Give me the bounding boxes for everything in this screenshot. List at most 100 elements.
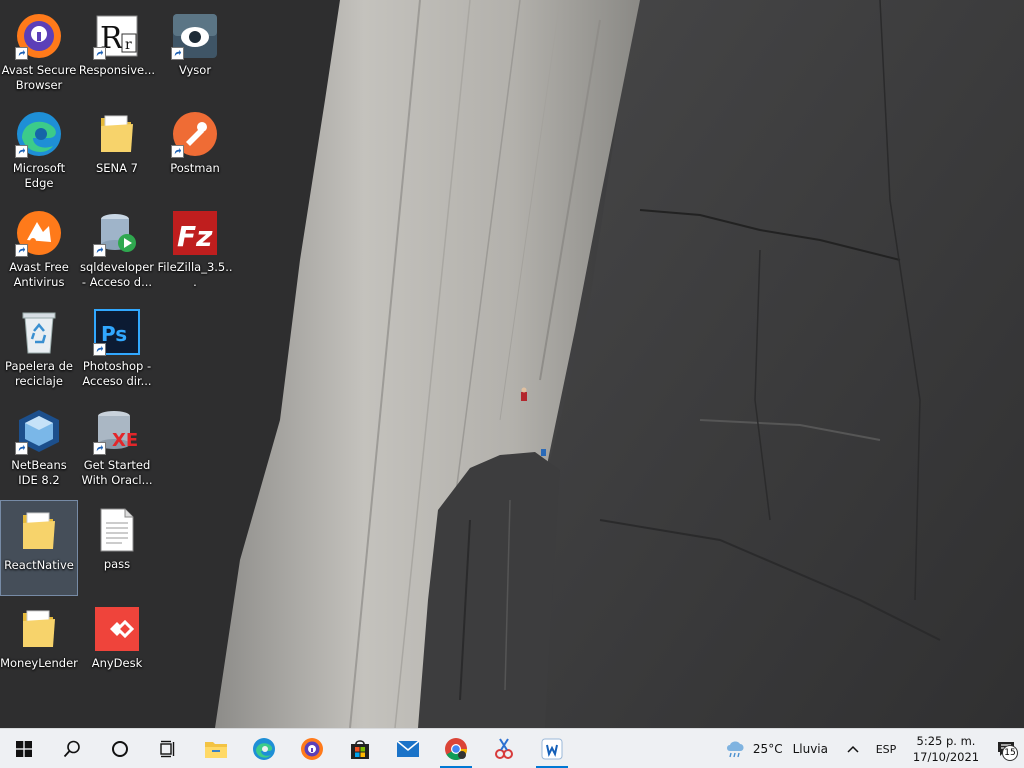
desktop-icon-label: Avast Secure Browser bbox=[1, 63, 77, 92]
search-icon bbox=[63, 740, 80, 757]
weather-condition: Lluvia bbox=[792, 742, 828, 756]
desktop-icon-label: ReactNative bbox=[4, 558, 74, 572]
start-button[interactable] bbox=[0, 729, 48, 768]
mail-button[interactable] bbox=[384, 729, 432, 768]
snip-sketch-icon bbox=[495, 737, 513, 759]
desktop-icon-recycle-bin[interactable]: Papelera de reciclaje bbox=[0, 302, 78, 398]
cortana-circle-icon bbox=[112, 740, 128, 757]
notification-count: 15 bbox=[1002, 745, 1018, 761]
file-explorer-button[interactable] bbox=[192, 729, 240, 768]
desktop-icon-oracle-xe[interactable]: XE Get Started With Oracl... bbox=[78, 401, 156, 497]
desktop-icon-avast-antivirus[interactable]: Avast Free Antivirus bbox=[0, 203, 78, 299]
edge-button[interactable] bbox=[240, 729, 288, 768]
desktop-icon-responsive[interactable]: Rr Responsive... bbox=[78, 6, 156, 102]
desktop-icon-photoshop[interactable]: Ps Photoshop - Acceso dir... bbox=[78, 302, 156, 398]
shortcut-arrow-icon bbox=[93, 343, 106, 356]
folder-icon bbox=[15, 605, 63, 653]
desktop-icon-filezilla[interactable]: Fz FileZilla_3.5... bbox=[156, 203, 234, 299]
desktop-icon-anydesk[interactable]: AnyDesk bbox=[78, 599, 156, 695]
folder-icon bbox=[15, 507, 63, 555]
clock-time: 5:25 p. m. bbox=[916, 734, 976, 748]
input-language[interactable]: ESP bbox=[868, 743, 904, 756]
desktop-icon-sqldeveloper[interactable]: sqldeveloper - Acceso d... bbox=[78, 203, 156, 299]
store-icon bbox=[351, 739, 369, 759]
desktop-icon-label: Get Started With Oracl... bbox=[81, 458, 153, 487]
avast-browser-icon bbox=[15, 12, 63, 60]
avast-browser-button[interactable] bbox=[288, 729, 336, 768]
action-center-button[interactable]: 15 bbox=[988, 729, 1024, 768]
recycle-bin-icon bbox=[15, 308, 63, 356]
system-tray: 25°C Lluvia ESP 5:25 p. m. 17/10/2021 15 bbox=[715, 729, 1024, 768]
folder-icon bbox=[93, 110, 141, 158]
store-button[interactable] bbox=[336, 729, 384, 768]
weather-widget[interactable]: 25°C Lluvia bbox=[715, 729, 838, 768]
desktop-icon-netbeans[interactable]: NetBeans IDE 8.2 bbox=[0, 401, 78, 497]
desktop-icon-avast-browser[interactable]: Avast Secure Browser bbox=[0, 6, 78, 102]
shortcut-arrow-icon bbox=[171, 47, 184, 60]
shortcut-arrow-icon bbox=[93, 47, 106, 60]
desktop-icon-label: sqldeveloper - Acceso d... bbox=[79, 260, 155, 289]
desktop-icon-label: Papelera de reciclaje bbox=[5, 359, 73, 388]
shortcut-arrow-icon bbox=[93, 442, 106, 455]
desktop-icon-vysor[interactable]: Vysor bbox=[156, 6, 234, 102]
postman-icon bbox=[171, 110, 219, 158]
cortana-button[interactable] bbox=[96, 729, 144, 768]
chrome-button[interactable] bbox=[432, 729, 480, 768]
desktop-icon-label: pass bbox=[103, 557, 131, 571]
chrome-icon bbox=[445, 737, 467, 760]
blue-app-icon bbox=[541, 738, 563, 759]
desktop-icon-label: AnyDesk bbox=[91, 656, 143, 670]
taskbar: 25°C Lluvia ESP 5:25 p. m. 17/10/2021 15 bbox=[0, 728, 1024, 768]
edge-icon bbox=[253, 737, 275, 760]
mail-icon bbox=[396, 739, 420, 757]
desktop-icon-label: Vysor bbox=[178, 63, 212, 77]
desktop-icon-label: NetBeans IDE 8.2 bbox=[11, 458, 67, 487]
shortcut-arrow-icon bbox=[15, 47, 28, 60]
desktop-icon-label: Responsive... bbox=[78, 63, 156, 77]
avast-antivirus-icon bbox=[15, 209, 63, 257]
vysor-icon bbox=[171, 12, 219, 60]
snip-button[interactable] bbox=[480, 729, 528, 768]
rain-cloud-icon bbox=[726, 741, 744, 758]
shortcut-arrow-icon bbox=[171, 145, 184, 158]
svg-text:r: r bbox=[125, 37, 132, 53]
desktop-icon-label: SENA 7 bbox=[95, 161, 138, 175]
avast-browser-icon bbox=[301, 737, 323, 760]
edge-icon bbox=[15, 110, 63, 158]
shortcut-arrow-icon bbox=[15, 442, 28, 455]
svg-text:Fz: Fz bbox=[177, 220, 213, 253]
anydesk-icon bbox=[93, 605, 141, 653]
file-explorer-icon bbox=[205, 741, 227, 758]
clock-date: 17/10/2021 bbox=[912, 750, 980, 764]
desktop-icon-folder[interactable]: MoneyLender bbox=[0, 599, 78, 695]
filezilla-icon: Fz bbox=[171, 209, 219, 257]
svg-text:XE: XE bbox=[112, 430, 138, 451]
netbeans-icon bbox=[15, 407, 63, 455]
desktop-icon-label: MoneyLender bbox=[0, 656, 78, 670]
clock[interactable]: 5:25 p. m. 17/10/2021 bbox=[904, 733, 988, 765]
desktop-icon-label: Photoshop - Acceso dir... bbox=[82, 359, 152, 388]
text-file-icon bbox=[93, 506, 141, 554]
shortcut-arrow-icon bbox=[15, 145, 28, 158]
sqldeveloper-icon bbox=[93, 209, 141, 257]
chevron-up-icon bbox=[847, 745, 859, 753]
desktop-icon-label: Postman bbox=[170, 161, 220, 175]
responsive-icon: Rr bbox=[93, 12, 141, 60]
windows-logo-icon bbox=[16, 740, 32, 757]
weather-temp: 25°C bbox=[752, 742, 783, 756]
show-hidden-icons-button[interactable] bbox=[838, 729, 868, 768]
desktop-icon-label: Microsoft Edge bbox=[12, 161, 66, 190]
desktop-icon-label: FileZilla_3.5... bbox=[157, 260, 233, 289]
desktop-icon-edge[interactable]: Microsoft Edge bbox=[0, 104, 78, 200]
task-view-icon bbox=[160, 740, 175, 757]
desktop-icon-text-file[interactable]: pass bbox=[78, 500, 156, 596]
desktop-icon-folder[interactable]: SENA 7 bbox=[78, 104, 156, 200]
desktop-icon-folder[interactable]: ReactNative bbox=[0, 500, 78, 596]
task-view-button[interactable] bbox=[144, 729, 192, 768]
shortcut-arrow-icon bbox=[93, 244, 106, 257]
oracle-xe-icon: XE bbox=[93, 407, 141, 455]
search-button[interactable] bbox=[48, 729, 96, 768]
app-button[interactable] bbox=[528, 729, 576, 768]
desktop-icon-postman[interactable]: Postman bbox=[156, 104, 234, 200]
shortcut-arrow-icon bbox=[15, 244, 28, 257]
